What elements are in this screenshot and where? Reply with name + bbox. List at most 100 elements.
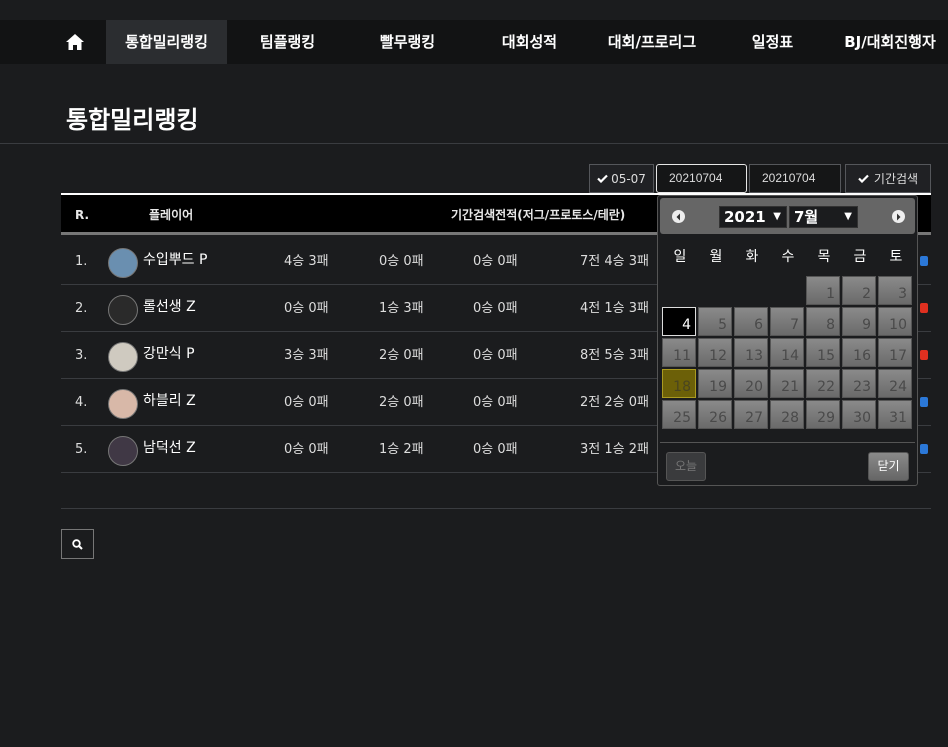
nav-item-bj-hosts[interactable]: BJ/대회진행자 bbox=[832, 20, 948, 64]
weekday-label: 월 bbox=[709, 249, 723, 265]
vs-protoss-record: 0승 0패 bbox=[379, 254, 424, 269]
chevron-right-icon[interactable] bbox=[892, 210, 905, 223]
status-badge bbox=[920, 303, 928, 313]
nav-item-team-ranking[interactable]: 팀플랭킹 bbox=[240, 20, 335, 64]
player-name[interactable]: 롤선생 Z bbox=[143, 285, 196, 330]
header-rank: R. bbox=[75, 208, 90, 222]
calendar-day[interactable]: 15 bbox=[806, 338, 840, 367]
divider bbox=[61, 508, 931, 509]
vs-terran-record: 0승 0패 bbox=[473, 254, 518, 269]
vs-protoss-record: 2승 0패 bbox=[379, 395, 424, 410]
header-player: 플레이어 bbox=[149, 208, 194, 222]
weekday-label: 토 bbox=[889, 249, 903, 265]
status-badge bbox=[920, 444, 928, 454]
vs-terran-record: 0승 0패 bbox=[473, 442, 518, 457]
player-name[interactable]: 남덕선 Z bbox=[143, 426, 196, 471]
vs-terran-record: 0승 0패 bbox=[473, 301, 518, 316]
header-record: 기간검색전적(저그/프로토스/테란) bbox=[451, 208, 626, 222]
calendar-day[interactable]: 7 bbox=[770, 307, 804, 336]
calendar-day[interactable]: 2 bbox=[842, 276, 876, 305]
calendar-day[interactable]: 31 bbox=[878, 400, 912, 429]
calendar-day[interactable]: 14 bbox=[770, 338, 804, 367]
start-date-input[interactable]: 20210704 bbox=[656, 164, 747, 193]
weekday-label: 목 bbox=[817, 249, 831, 265]
calendar-day[interactable]: 30 bbox=[842, 400, 876, 429]
rank-cell: 1. bbox=[75, 254, 88, 269]
calendar-day[interactable]: 16 bbox=[842, 338, 876, 367]
total-record: 8전 5승 3패 bbox=[580, 348, 649, 363]
calendar-day[interactable]: 3 bbox=[878, 276, 912, 305]
period-search-button[interactable]: 기간검색 bbox=[845, 164, 931, 193]
status-badge bbox=[920, 350, 928, 360]
preset-date-label: 05-07 bbox=[611, 171, 646, 186]
vs-zerg-record: 0승 0패 bbox=[284, 395, 329, 410]
calendar-day[interactable]: 8 bbox=[806, 307, 840, 336]
calendar-day[interactable]: 10 bbox=[878, 307, 912, 336]
year-select[interactable]: 2021 ▼ bbox=[719, 206, 787, 228]
calendar-day[interactable]: 26 bbox=[698, 400, 732, 429]
player-name[interactable]: 하블리 Z bbox=[143, 379, 196, 424]
weekday-label: 수 bbox=[781, 249, 795, 265]
avatar[interactable] bbox=[108, 436, 138, 466]
calendar-day[interactable]: 13 bbox=[734, 338, 768, 367]
avatar[interactable] bbox=[108, 389, 138, 419]
calendar-day[interactable]: 18 bbox=[662, 369, 696, 398]
calendar-day[interactable]: 1 bbox=[806, 276, 840, 305]
month-select[interactable]: 7월 ▼ bbox=[789, 206, 858, 228]
home-icon[interactable] bbox=[62, 20, 88, 64]
calendar-day[interactable]: 22 bbox=[806, 369, 840, 398]
close-button[interactable]: 닫기 bbox=[868, 452, 909, 481]
calendar-day[interactable]: 5 bbox=[698, 307, 732, 336]
calendar-day[interactable]: 24 bbox=[878, 369, 912, 398]
page-title: 통합밀리랭킹 bbox=[66, 106, 199, 134]
vs-terran-record: 0승 0패 bbox=[473, 395, 518, 410]
vs-protoss-record: 1승 3패 bbox=[379, 301, 424, 316]
calendar-day[interactable]: 6 bbox=[734, 307, 768, 336]
nav-item-integrated-ranking[interactable]: 통합밀리랭킹 bbox=[106, 20, 227, 64]
end-date-input[interactable]: 20210704 bbox=[749, 164, 841, 193]
weekday-label: 화 bbox=[745, 249, 759, 265]
calendar-day[interactable]: 4 bbox=[662, 307, 696, 336]
today-button[interactable]: 오늘 bbox=[666, 452, 706, 481]
player-name[interactable]: 수입뿌드 P bbox=[143, 238, 207, 283]
preset-date-button[interactable]: 05-07 bbox=[589, 164, 654, 193]
nav-item-schedule[interactable]: 일정표 bbox=[730, 20, 815, 64]
vs-protoss-record: 1승 2패 bbox=[379, 442, 424, 457]
calendar-day[interactable]: 25 bbox=[662, 400, 696, 429]
calendar-day[interactable]: 27 bbox=[734, 400, 768, 429]
total-record: 3전 1승 2패 bbox=[580, 442, 649, 457]
vs-zerg-record: 0승 0패 bbox=[284, 442, 329, 457]
calendar-day[interactable]: 28 bbox=[770, 400, 804, 429]
weekday-label: 금 bbox=[853, 249, 867, 265]
check-icon bbox=[858, 174, 869, 183]
weekday-label: 일 bbox=[673, 249, 687, 265]
calendar-day[interactable]: 20 bbox=[734, 369, 768, 398]
status-badge bbox=[920, 256, 928, 266]
calendar-day[interactable]: 21 bbox=[770, 369, 804, 398]
vs-terran-record: 0승 0패 bbox=[473, 348, 518, 363]
player-name[interactable]: 강만식 P bbox=[143, 332, 195, 377]
divider bbox=[660, 442, 915, 443]
calendar-day[interactable]: 29 bbox=[806, 400, 840, 429]
rank-cell: 2. bbox=[75, 301, 88, 316]
nav-item-tournament-results[interactable]: 대회성적 bbox=[482, 20, 577, 64]
calendar-day[interactable]: 11 bbox=[662, 338, 696, 367]
avatar[interactable] bbox=[108, 248, 138, 278]
chevron-left-icon[interactable] bbox=[672, 210, 685, 223]
divider bbox=[0, 143, 948, 144]
calendar-day[interactable]: 19 bbox=[698, 369, 732, 398]
period-search-label: 기간검색 bbox=[873, 172, 919, 186]
search-button[interactable] bbox=[61, 529, 94, 559]
avatar[interactable] bbox=[108, 342, 138, 372]
avatar[interactable] bbox=[108, 295, 138, 325]
calendar-day[interactable]: 17 bbox=[878, 338, 912, 367]
nav-item-tournament-proleague[interactable]: 대회/프로리그 bbox=[598, 20, 706, 64]
calendar-day[interactable]: 23 bbox=[842, 369, 876, 398]
rank-cell: 5. bbox=[75, 442, 88, 457]
vs-zerg-record: 4승 3패 bbox=[284, 254, 329, 269]
rank-cell: 3. bbox=[75, 348, 88, 363]
calendar-day[interactable]: 12 bbox=[698, 338, 732, 367]
nav-item-bbalmu-ranking[interactable]: 빨무랭킹 bbox=[360, 20, 455, 64]
total-record: 4전 1승 3패 bbox=[580, 301, 649, 316]
calendar-day[interactable]: 9 bbox=[842, 307, 876, 336]
